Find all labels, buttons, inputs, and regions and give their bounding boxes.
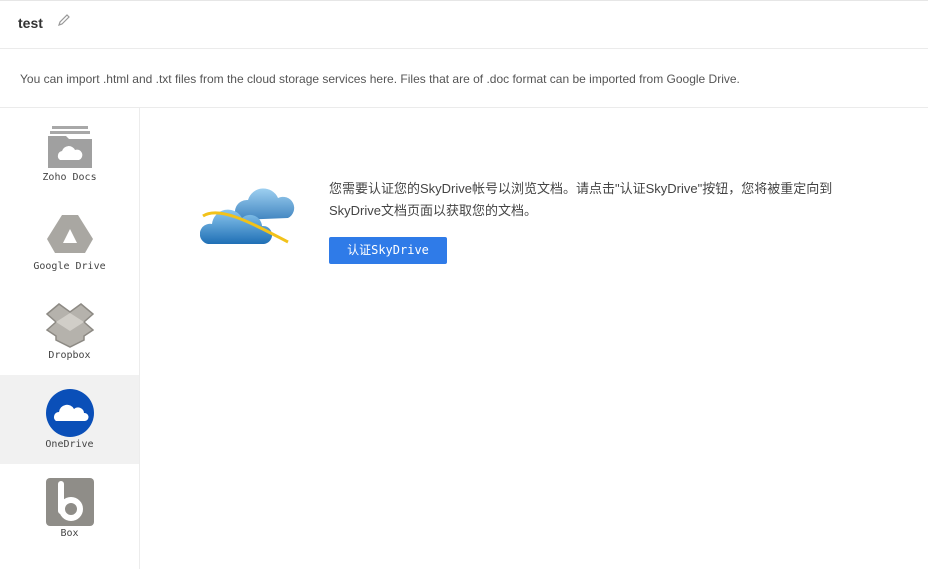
google-drive-icon bbox=[47, 215, 93, 253]
sidebar-item-dropbox[interactable]: Dropbox bbox=[0, 286, 139, 375]
sidebar-item-label: Box bbox=[60, 528, 79, 539]
sidebar-item-google-drive[interactable]: Google Drive bbox=[0, 197, 139, 286]
skydrive-cloud-icon bbox=[200, 188, 295, 244]
sidebar-item-box[interactable]: Box bbox=[0, 464, 139, 553]
document-title: test bbox=[18, 15, 43, 31]
sidebar-item-label: OneDrive bbox=[45, 439, 94, 450]
sidebar-item-onedrive[interactable]: OneDrive bbox=[0, 375, 139, 464]
onedrive-icon bbox=[46, 389, 94, 437]
pencil-edit-icon[interactable] bbox=[57, 13, 71, 27]
box-icon bbox=[46, 478, 94, 526]
authentication-message: 您需要认证您的SkyDrive帐号以浏览文档。请点击"认证SkyDrive"按钮… bbox=[329, 181, 833, 218]
authenticate-skydrive-button[interactable]: 认证SkyDrive bbox=[329, 237, 447, 264]
zoho-docs-folder-icon bbox=[48, 126, 92, 168]
cloud-service-sidebar: Zoho Docs Google Drive Dropbox OneDrive … bbox=[0, 108, 140, 569]
dropbox-box-icon bbox=[46, 303, 94, 348]
header: test bbox=[0, 1, 928, 49]
sidebar-item-label: Google Drive bbox=[33, 261, 106, 272]
import-info-text: You can import .html and .txt files from… bbox=[0, 49, 928, 108]
sidebar-item-label: Dropbox bbox=[48, 350, 91, 361]
sidebar-item-label: Zoho Docs bbox=[42, 172, 97, 183]
sidebar-item-zoho-docs[interactable]: Zoho Docs bbox=[0, 108, 139, 197]
